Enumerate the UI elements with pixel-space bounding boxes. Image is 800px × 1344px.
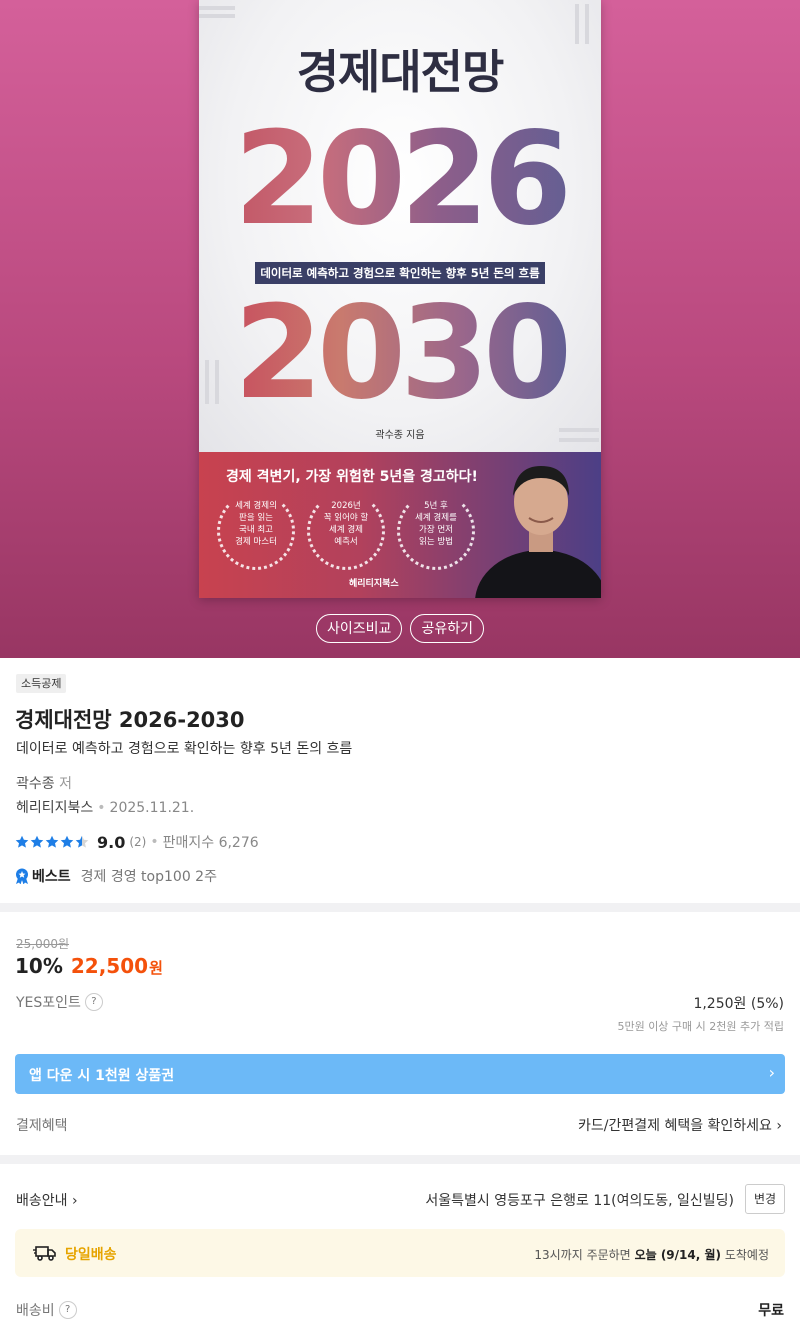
cover-year-2030: 2030 [199, 290, 601, 418]
cover-decor [199, 14, 235, 18]
delivery-address: 서울특별시 영등포구 은행로 11(여의도동, 일신빌딩) [425, 1193, 734, 1209]
laurel-badge: 2026년 꼭 읽어야 할 세계 경제 예측서 [303, 490, 389, 572]
yes-point-note: 5만원 이상 구매 시 2천원 추가 적립 [617, 1020, 784, 1033]
same-day-info: 13시까지 주문하면 오늘 (9/14, 월) 도착예정 [534, 1246, 769, 1263]
best-label: 베스트 [32, 869, 71, 885]
yes-point-text: YES포인트 [16, 995, 81, 1011]
shipping-fee-value: 무료 [758, 1303, 784, 1319]
payment-benefit-link[interactable]: 카드/간편결제 혜택을 확인하세요 › [578, 1115, 782, 1135]
book-cover-image[interactable]: 경제대전망 2026 데이터로 예측하고 경험으로 확인하는 향후 5년 돈의 … [199, 0, 601, 598]
star-icon [45, 835, 59, 848]
section-divider [0, 903, 800, 912]
yes-point-label: YES포인트 ? [16, 992, 103, 1012]
star-icon [15, 835, 29, 848]
half-star-icon [75, 835, 89, 848]
help-icon[interactable]: ? [84, 993, 103, 1011]
publisher-info: 헤리티지북스 • 2025.11.21. [16, 797, 194, 817]
hero-banner: 경제대전망 2026 데이터로 예측하고 경험으로 확인하는 향후 5년 돈의 … [0, 0, 800, 658]
help-icon[interactable]: ? [58, 1301, 77, 1319]
best-rank: 경제 경영 top100 2주 [80, 869, 217, 885]
shipping-fee-label: 배송비 ? [16, 1300, 77, 1320]
cover-lower-panel: 경제 격변기, 가장 위험한 5년을 경고하다! 세계 경제의 판을 읽는 국내 최… [199, 452, 601, 598]
author-link[interactable]: 곽수종 [16, 776, 55, 792]
product-title: 경제대전망 2026-2030 [15, 708, 245, 732]
cover-year-2026: 2026 [199, 116, 601, 244]
delivery-truck-icon [33, 1246, 56, 1261]
hero-action-buttons: 사이즈비교 공유하기 [0, 614, 800, 643]
star-icon [30, 835, 44, 848]
size-compare-button[interactable]: 사이즈비교 [316, 614, 403, 643]
change-address-button[interactable]: 변경 [745, 1184, 785, 1214]
same-day-suffix: 도착예정 [724, 1248, 769, 1262]
author-role: 저 [59, 776, 72, 792]
shipping-fee-text: 배송비 [16, 1303, 55, 1319]
sales-index: 판매지수 6,276 [162, 835, 259, 851]
section-divider [0, 1155, 800, 1164]
original-price: 25,000원 [16, 937, 70, 951]
rating-row[interactable]: 9.0 (2) • 판매지수 6,276 [15, 832, 259, 852]
laurel-text: 세계 경제의 판을 읽는 국내 최고 경제 마스터 [235, 501, 277, 547]
same-day-date: 오늘 (9/14, 월) [634, 1248, 721, 1262]
yes-point-value: 1,250원 (5%) [693, 996, 784, 1012]
cover-upper-panel: 경제대전망 2026 데이터로 예측하고 경험으로 확인하는 향후 5년 돈의 … [199, 0, 601, 452]
payment-benefit-label: 결제혜택 [16, 1118, 68, 1134]
same-day-label: 당일배송 [65, 1247, 117, 1263]
bestseller-row[interactable]: 베스트 경제 경영 top100 2주 [15, 866, 217, 886]
author-info: 곽수종 저 [16, 773, 72, 793]
best-medal-icon [16, 868, 28, 884]
star-rating [15, 835, 89, 849]
rating-score: 9.0 [97, 832, 126, 852]
share-button[interactable]: 공유하기 [410, 614, 484, 643]
discount-rate: 10% [15, 954, 63, 978]
app-download-promo-banner[interactable]: 앱 다운 시 1천원 상품권 › [15, 1054, 785, 1094]
publish-date: 2025.11.21. [109, 800, 195, 816]
author-portrait [475, 466, 601, 598]
cover-decor [199, 6, 235, 10]
cover-title: 경제대전망 [296, 45, 505, 99]
product-subtitle: 데이터로 예측하고 경험으로 확인하는 향후 5년 돈의 흐름 [16, 741, 353, 757]
separator-dot: • [97, 800, 106, 816]
review-count[interactable]: (2) [129, 835, 146, 849]
same-day-delivery-box: 당일배송 13시까지 주문하면 오늘 (9/14, 월) 도착예정 [15, 1229, 785, 1277]
income-deduction-badge: 소득공제 [16, 674, 67, 693]
laurel-badge: 세계 경제의 판을 읽는 국내 최고 경제 마스터 [213, 490, 299, 572]
shipping-info-link[interactable]: 배송안내 › [16, 1190, 78, 1210]
currency-unit: 원 [149, 959, 163, 977]
star-icon [60, 835, 74, 848]
sale-price: 22,500 [70, 954, 149, 978]
cover-tagline: 경제 격변기, 가장 위험한 5년을 경고하다! [226, 469, 478, 485]
price-row: 10% 22,500 원 [15, 954, 163, 978]
chevron-right-icon: › [768, 1063, 775, 1082]
separator-dot: • [150, 834, 159, 850]
laurel-text: 2026년 꼭 읽어야 할 세계 경제 예측서 [323, 501, 369, 547]
publisher-logo: 헤리티지북스 [349, 579, 399, 589]
promo-label: 앱 다운 시 1천원 상품권 [29, 1068, 175, 1084]
same-day-prefix: 13시까지 주문하면 [534, 1248, 631, 1262]
publisher-link[interactable]: 헤리티지북스 [16, 800, 93, 816]
cover-author: 곽수종 지음 [375, 430, 425, 441]
